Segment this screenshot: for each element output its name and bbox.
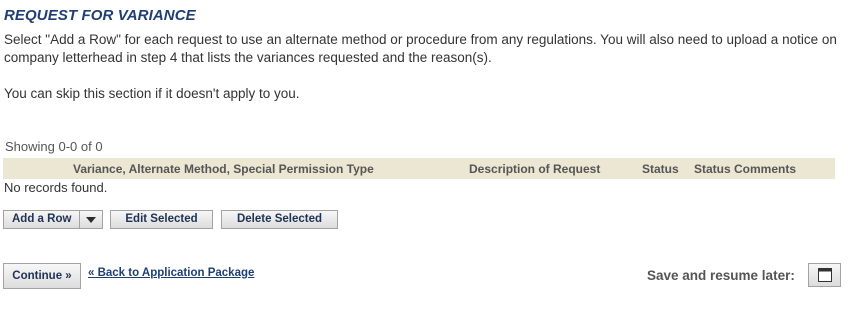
add-row-dropdown-button[interactable] <box>79 210 103 229</box>
save-resume-label: Save and resume later: <box>647 268 795 283</box>
column-header-status[interactable]: Status <box>642 162 679 176</box>
skip-note: You can skip this section if it doesn't … <box>4 86 300 101</box>
delete-selected-button[interactable]: Delete Selected <box>221 210 338 229</box>
continue-button[interactable]: Continue » <box>3 263 81 289</box>
edit-selected-button[interactable]: Edit Selected <box>110 210 213 229</box>
empty-message: No records found. <box>4 180 108 195</box>
page: REQUEST FOR VARIANCE Select "Add a Row" … <box>0 0 848 324</box>
window-icon <box>818 268 832 282</box>
record-count: Showing 0-0 of 0 <box>5 139 103 154</box>
add-row-label: Add a Row <box>12 213 72 225</box>
column-header-type[interactable]: Variance, Alternate Method, Special Perm… <box>73 162 374 176</box>
grid-header: Variance, Alternate Method, Special Perm… <box>3 158 835 179</box>
section-title: REQUEST FOR VARIANCE <box>4 7 196 24</box>
chevron-down-icon <box>86 217 96 223</box>
back-to-application-link[interactable]: « Back to Application Package <box>88 267 254 279</box>
column-header-description[interactable]: Description of Request <box>469 162 600 176</box>
add-row-button[interactable]: Add a Row <box>3 210 80 229</box>
section-instructions: Select "Add a Row" for each request to u… <box>4 32 837 65</box>
column-header-comments[interactable]: Status Comments <box>694 162 796 176</box>
save-resume-button[interactable] <box>808 263 841 287</box>
